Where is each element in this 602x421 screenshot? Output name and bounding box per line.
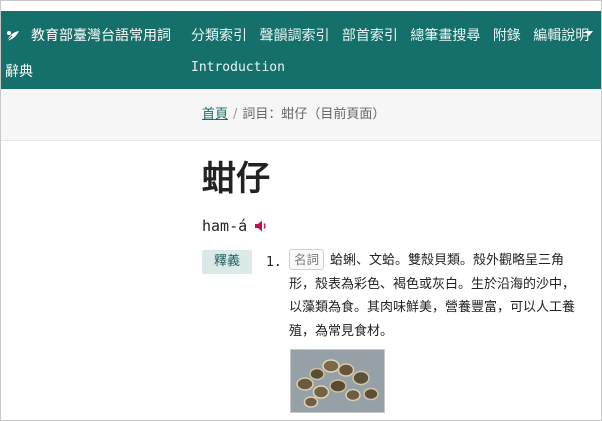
sense-section-label: 釋義 [202, 250, 252, 274]
clam-photo-image [291, 350, 384, 412]
sense-definition-block: 名詞 蛤蜊、文蛤。雙殼貝類。殼外觀略呈三角形，殼表為彩色、褐色或灰白。生於沿海的沙… [289, 249, 585, 343]
part-of-speech-tag: 名詞 [289, 249, 325, 270]
sense-number: 1. [266, 255, 282, 270]
site-title-line1[interactable]: 教育部臺灣台語常用詞 [31, 21, 171, 51]
nav-stroke-search[interactable]: 總筆畫搜尋 [410, 21, 480, 51]
browser-viewport: 教育部臺灣台語常用詞 辭典 分類索引 聲韻調索引 部首索引 總筆畫搜尋 附錄 編… [0, 0, 602, 421]
breadcrumb: 首頁 / 詞目：蚶仔（目前頁面） [202, 105, 385, 125]
nav-category-index[interactable]: 分類索引 [191, 21, 247, 51]
main-nav: 分類索引 聲韻調索引 部首索引 總筆畫搜尋 附錄 編輯說明 [191, 21, 597, 51]
leaf-logo-icon [6, 31, 19, 42]
nav-editorial-notes[interactable]: 編輯說明 [533, 21, 589, 51]
site-header: 教育部臺灣台語常用詞 辭典 分類索引 聲韻調索引 部首索引 總筆畫搜尋 附錄 編… [1, 11, 601, 89]
breadcrumb-current: 詞目：蚶仔（目前頁面） [242, 107, 386, 122]
nav-radical-index[interactable]: 部首索引 [342, 21, 398, 51]
nav-introduction[interactable]: Introduction [191, 57, 285, 79]
clam-photo[interactable] [290, 349, 385, 413]
caret-down-icon[interactable] [585, 31, 593, 36]
speaker-icon[interactable] [254, 219, 268, 233]
entry-romanization: ham-á [202, 217, 248, 235]
breadcrumb-separator: / [233, 107, 238, 122]
nav-appendix[interactable]: 附錄 [493, 21, 521, 51]
site-title-line2[interactable]: 辭典 [5, 57, 33, 87]
nav-sound-index[interactable]: 聲韻調索引 [259, 21, 329, 51]
breadcrumb-home-link[interactable]: 首頁 [202, 107, 228, 122]
top-strip [1, 1, 601, 11]
sense-definition: 蛤蜊、文蛤。雙殼貝類。殼外觀略呈三角形，殼表為彩色、褐色或灰白。生於沿海的沙中，… [289, 253, 576, 339]
entry-headword: 蚶仔 [202, 159, 270, 199]
breadcrumb-bar: 首頁 / 詞目：蚶仔（目前頁面） [1, 89, 601, 141]
